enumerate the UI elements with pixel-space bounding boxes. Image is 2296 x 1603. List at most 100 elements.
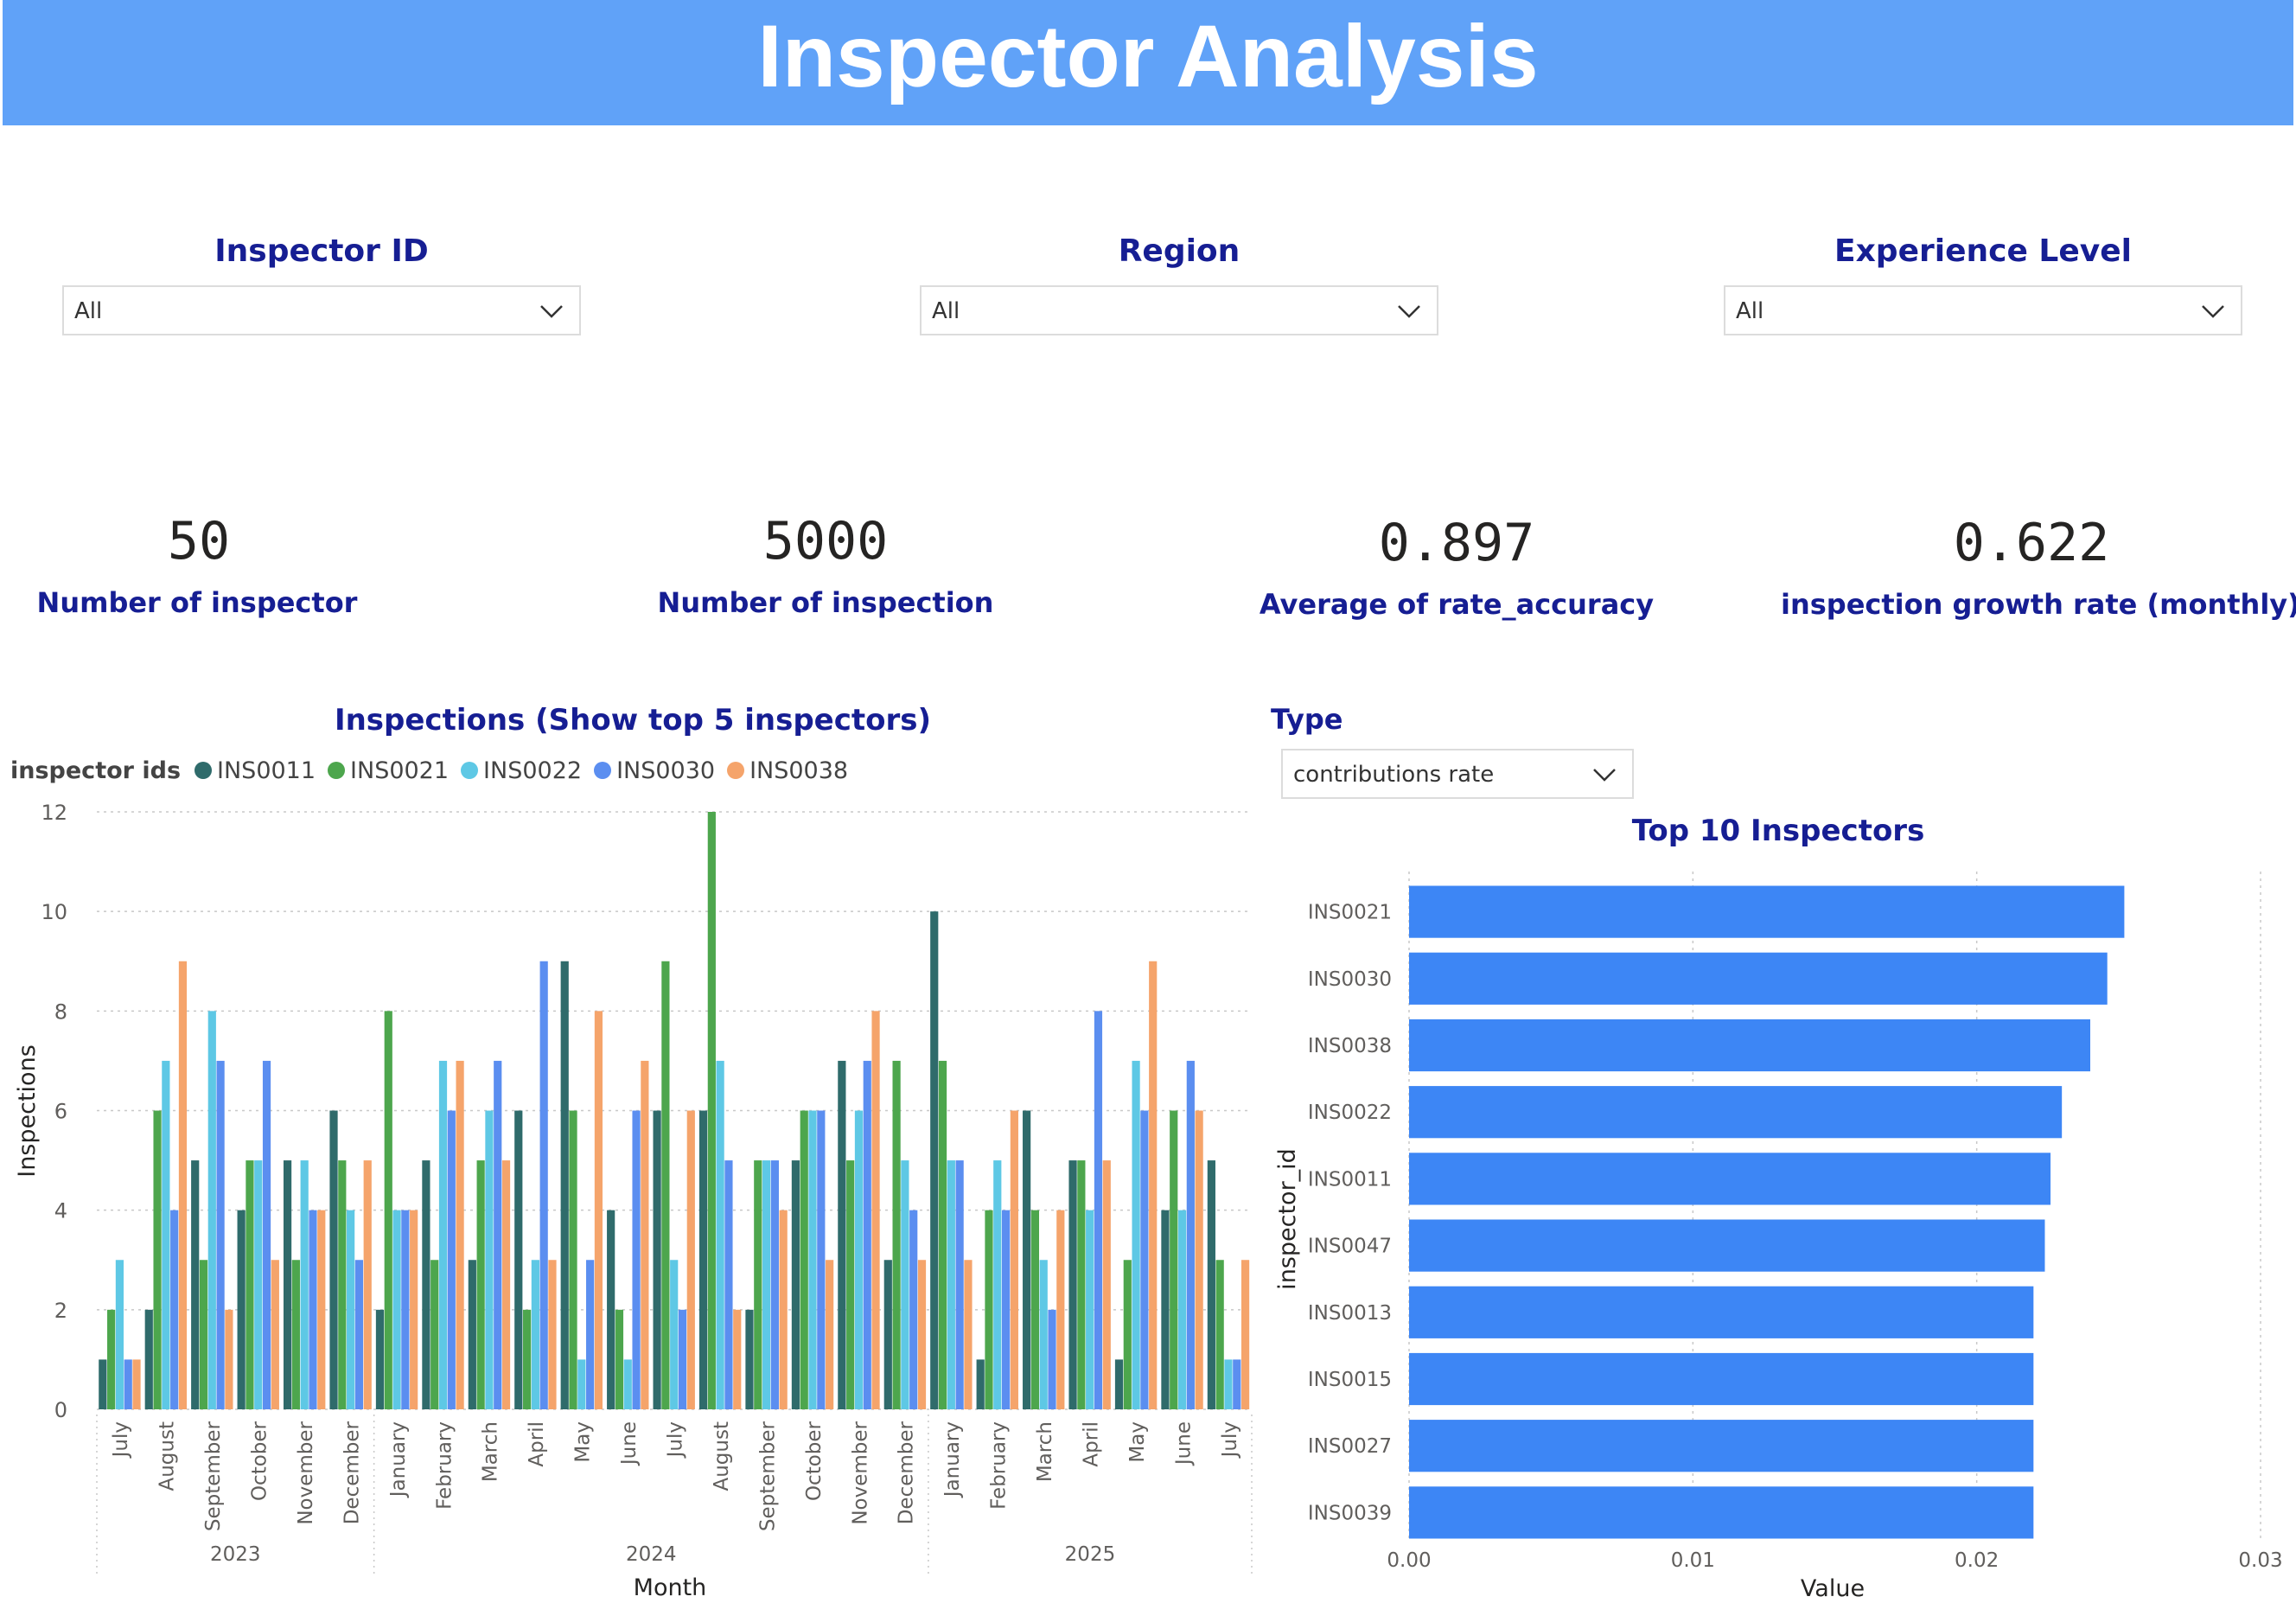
bar-ins0038[interactable] bbox=[178, 961, 188, 1409]
bar-ins0030[interactable] bbox=[539, 961, 548, 1409]
bar-ins0038[interactable] bbox=[1149, 961, 1158, 1409]
bar-ins0021[interactable] bbox=[615, 1309, 624, 1409]
legend-item-ins0038[interactable]: INS0038 bbox=[727, 757, 848, 784]
bar-ins0021[interactable] bbox=[291, 1260, 300, 1409]
bar-ins0030[interactable] bbox=[1048, 1309, 1056, 1409]
bar-ins0011[interactable] bbox=[283, 1160, 292, 1409]
bar-ins0038[interactable] bbox=[410, 1210, 418, 1409]
bar-ins0022[interactable] bbox=[1039, 1260, 1048, 1409]
bar-ins0011[interactable] bbox=[976, 1359, 985, 1409]
bar-ins0021[interactable] bbox=[476, 1160, 485, 1409]
bar-ins0038[interactable] bbox=[271, 1260, 279, 1409]
bar-ins0021[interactable] bbox=[569, 1110, 577, 1410]
bar-ins0038[interactable] bbox=[686, 1110, 695, 1410]
bar-ins0021[interactable] bbox=[1215, 1260, 1224, 1409]
bar-ins0022[interactable] bbox=[485, 1110, 494, 1410]
bar-ins0030[interactable] bbox=[216, 1060, 225, 1409]
bar-ins0030[interactable] bbox=[1001, 1210, 1011, 1409]
bar-ins0030[interactable] bbox=[1094, 1011, 1103, 1409]
bar-ins0038[interactable] bbox=[917, 1260, 927, 1409]
bar-ins0030[interactable] bbox=[1186, 1060, 1195, 1409]
bar-ins0030[interactable] bbox=[863, 1060, 871, 1409]
bar-ins0011[interactable] bbox=[653, 1110, 661, 1410]
bar-ins0021[interactable] bbox=[338, 1160, 347, 1409]
bar-ins0021[interactable] bbox=[153, 1110, 162, 1410]
bar-ins0022[interactable] bbox=[993, 1160, 1002, 1409]
bar-ins0011[interactable] bbox=[930, 911, 939, 1409]
bar-ins0011[interactable] bbox=[375, 1309, 385, 1409]
legend-item-ins0021[interactable]: INS0021 bbox=[328, 757, 449, 784]
bar-ins0038[interactable] bbox=[733, 1309, 742, 1409]
bar-ins0021[interactable] bbox=[661, 961, 670, 1409]
bar-ins0022[interactable] bbox=[347, 1210, 355, 1409]
bar-ins0038[interactable] bbox=[132, 1359, 141, 1409]
bar-ins0011[interactable] bbox=[883, 1260, 892, 1409]
inspector-id-dropdown[interactable]: All bbox=[62, 285, 581, 335]
bar-ins0011[interactable] bbox=[560, 961, 569, 1409]
bar-ins0011[interactable] bbox=[422, 1160, 430, 1409]
bar-ins0030[interactable] bbox=[770, 1160, 779, 1409]
bar-ins0021[interactable] bbox=[199, 1260, 208, 1409]
bar-ins0011[interactable] bbox=[144, 1309, 153, 1409]
bar-ins0022[interactable] bbox=[300, 1160, 309, 1409]
bar-ins0022[interactable] bbox=[162, 1060, 170, 1409]
bar-ins0021[interactable] bbox=[800, 1110, 808, 1410]
region-dropdown[interactable]: All bbox=[920, 285, 1438, 335]
bar-ins0022[interactable] bbox=[531, 1260, 539, 1409]
bar-ins0030[interactable] bbox=[262, 1060, 271, 1409]
bar-ins0022[interactable] bbox=[115, 1260, 124, 1409]
bar-ins0022[interactable] bbox=[1409, 1086, 2063, 1139]
bar-ins0021[interactable] bbox=[384, 1011, 392, 1409]
bar-ins0022[interactable] bbox=[1177, 1210, 1187, 1409]
bar-ins0011[interactable] bbox=[99, 1359, 107, 1409]
bar-ins0015[interactable] bbox=[1409, 1352, 2034, 1406]
bar-ins0022[interactable] bbox=[901, 1160, 909, 1409]
bar-ins0022[interactable] bbox=[438, 1060, 448, 1409]
bar-ins0021[interactable] bbox=[1170, 1110, 1178, 1410]
bar-ins0011[interactable] bbox=[1207, 1160, 1215, 1409]
bar-ins0038[interactable] bbox=[594, 1011, 603, 1409]
bar-ins0022[interactable] bbox=[1132, 1060, 1140, 1409]
bar-ins0022[interactable] bbox=[577, 1359, 586, 1409]
bar-ins0030[interactable] bbox=[494, 1060, 502, 1409]
bar-ins0011[interactable] bbox=[745, 1309, 754, 1409]
bar-ins0038[interactable] bbox=[1195, 1110, 1203, 1410]
bar-ins0030[interactable] bbox=[354, 1260, 364, 1409]
bar-ins0011[interactable] bbox=[237, 1210, 246, 1409]
bar-ins0021[interactable] bbox=[846, 1160, 855, 1409]
bar-ins0038[interactable] bbox=[1409, 1019, 2090, 1072]
bar-ins0011[interactable] bbox=[1023, 1110, 1031, 1410]
bar-ins0021[interactable] bbox=[938, 1060, 947, 1409]
bar-ins0021[interactable] bbox=[430, 1260, 439, 1409]
bar-ins0011[interactable] bbox=[1114, 1359, 1124, 1409]
bar-ins0038[interactable] bbox=[964, 1260, 973, 1409]
bar-ins0022[interactable] bbox=[670, 1260, 679, 1409]
bar-ins0038[interactable] bbox=[1240, 1260, 1250, 1409]
bar-ins0030[interactable] bbox=[586, 1260, 595, 1409]
bar-ins0022[interactable] bbox=[808, 1110, 817, 1410]
bar-ins0030[interactable] bbox=[309, 1210, 317, 1409]
bar-ins0022[interactable] bbox=[623, 1359, 632, 1409]
bar-ins0038[interactable] bbox=[548, 1260, 557, 1409]
bar-ins0022[interactable] bbox=[1224, 1359, 1233, 1409]
bar-ins0022[interactable] bbox=[762, 1160, 771, 1409]
bar-ins0038[interactable] bbox=[317, 1210, 326, 1409]
bar-ins0030[interactable] bbox=[447, 1110, 456, 1410]
bar-ins0030[interactable] bbox=[678, 1309, 687, 1409]
bar-ins0022[interactable] bbox=[207, 1011, 216, 1409]
bar-ins0030[interactable] bbox=[817, 1110, 826, 1410]
bar-ins0038[interactable] bbox=[871, 1011, 880, 1409]
bar-ins0030[interactable] bbox=[909, 1210, 918, 1409]
bar-ins0030[interactable] bbox=[955, 1160, 964, 1409]
bar-ins0030[interactable] bbox=[401, 1210, 410, 1409]
bar-ins0030[interactable] bbox=[632, 1110, 641, 1410]
bar-ins0011[interactable] bbox=[191, 1160, 200, 1409]
type-dropdown[interactable]: contributions rate bbox=[1281, 749, 1634, 799]
experience-level-dropdown[interactable]: All bbox=[1724, 285, 2242, 335]
bar-ins0038[interactable] bbox=[779, 1210, 788, 1409]
bar-ins0030[interactable] bbox=[1233, 1359, 1241, 1409]
legend-item-ins0022[interactable]: INS0022 bbox=[461, 757, 582, 784]
bar-ins0021[interactable] bbox=[1077, 1160, 1086, 1409]
bar-ins0030[interactable] bbox=[1140, 1110, 1149, 1410]
bar-ins0038[interactable] bbox=[641, 1060, 649, 1409]
